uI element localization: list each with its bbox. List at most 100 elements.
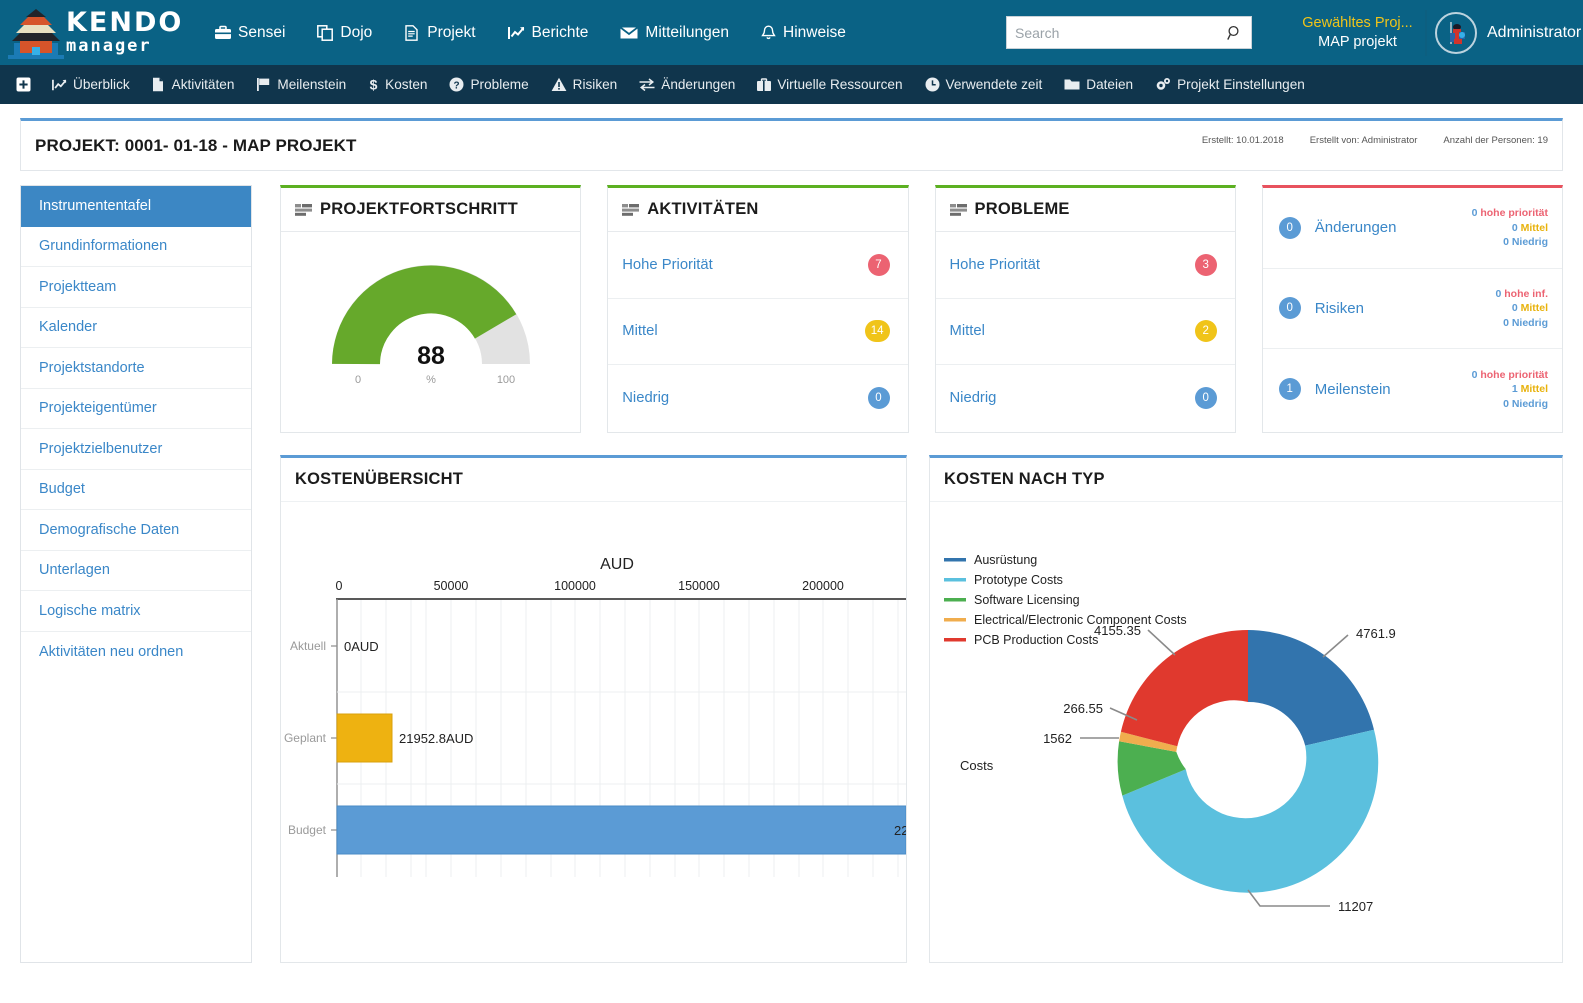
issues-row-high[interactable]: Hohe Priorität 3 — [935, 232, 1235, 299]
sidebar-item-projektteam[interactable]: Projektteam — [21, 267, 251, 308]
sidebar-item-label: Projektzielbenutzer — [39, 440, 163, 457]
subnav-item-dateien[interactable]: Dateien — [1053, 73, 1144, 96]
legend-swatch-1 — [944, 577, 966, 581]
issues-row-medium[interactable]: Mittel 2 — [935, 299, 1235, 365]
briefcase-icon — [215, 25, 231, 39]
nav-item-sensei[interactable]: Sensei — [199, 18, 301, 48]
issues-card: PROBLEME Hohe Priorität 3 Mittel 2 Niedr… — [934, 185, 1236, 433]
sidebar-item-projektstandorte[interactable]: Projektstandorte — [21, 348, 251, 389]
samurai-avatar-icon — [1442, 19, 1470, 47]
subnav-label: Dateien — [1086, 77, 1134, 92]
subnav-label: Überblick — [73, 77, 130, 92]
sidebar-item-label: Budget — [39, 481, 85, 498]
sidebar-item-unterlagen[interactable]: Unterlagen — [21, 551, 251, 591]
sidebar-item-grundinformationen[interactable]: Grundinformationen — [21, 227, 251, 267]
project-sub-navigation: Überblick Aktivitäten Meilenstein $ Kost… — [0, 65, 1583, 104]
question-circle-icon: ? — [449, 77, 464, 92]
selected-project-value: MAP projekt — [1318, 34, 1397, 50]
status-badge: 3 — [1194, 253, 1217, 276]
issues-row-low[interactable]: Niedrig 0 — [936, 365, 1235, 432]
selected-project[interactable]: Gewähltes Proj... MAP projekt — [1280, 14, 1435, 52]
sidebar-item-projektzielbenutzer[interactable]: Projektzielbenutzer — [21, 429, 251, 470]
summary-row-stats: 0 hohe priorität 1 Mittel 0 Niedrig — [1472, 368, 1548, 412]
subnav-item-uberblick[interactable]: Überblick — [41, 73, 141, 96]
search-box[interactable] — [1006, 16, 1252, 49]
legend-label-4: PCB Production Costs — [974, 633, 1098, 647]
sidebar-item-budget[interactable]: Budget — [21, 470, 251, 510]
subnav-item-anderungen[interactable]: Änderungen — [628, 73, 746, 96]
summary-row-label: Risiken — [1314, 299, 1364, 317]
nav-item-dojo[interactable]: Dojo — [301, 18, 388, 48]
sidebar-item-aktivitaeten-neu-ordnen[interactable]: Aktivitäten neu ordnen — [21, 632, 251, 673]
subnav-item-virtuelle-ressourcen[interactable]: Virtuelle Ressourcen — [746, 73, 913, 96]
sidebar-item-kalender[interactable]: Kalender — [21, 308, 251, 348]
subnav-item-risiken[interactable]: Risiken — [540, 73, 629, 96]
charts-row: KOSTENÜBERSICHT AUD 0 50000 100000 15000… — [280, 454, 1563, 963]
card-title: PROBLEME — [974, 200, 1070, 218]
legend-swatch-4 — [944, 637, 966, 641]
status-badge: 7 — [867, 253, 890, 276]
ytick-aktuell: Aktuell — [290, 639, 326, 653]
sidebar-item-instrumententafel[interactable]: Instrumententafel — [21, 186, 251, 227]
leader-line-ausruestung — [1322, 633, 1349, 658]
nav-item-hinweise[interactable]: Hinweise — [745, 18, 862, 48]
row-label: Hohe Priorität — [949, 256, 1040, 273]
subnav-item-aktivitaten[interactable]: Aktivitäten — [141, 73, 246, 96]
gauge-value: 88 — [417, 342, 445, 370]
leader-line-pcb — [1147, 628, 1176, 656]
count-badge: 0 — [1278, 297, 1301, 320]
list-icon — [295, 203, 312, 217]
legend-swatch-3 — [944, 617, 966, 621]
subnav-item-probleme[interactable]: ? Probleme — [438, 73, 539, 96]
sidebar-item-projekteigentuemer[interactable]: Projekteigentümer — [21, 389, 251, 429]
sidebar-item-label: Unterlagen — [39, 562, 110, 579]
activities-row-high[interactable]: Hohe Priorität 7 — [608, 232, 908, 299]
app-logo[interactable]: KENDO manager — [0, 7, 181, 59]
nav-item-projekt[interactable]: Projekt — [388, 18, 491, 48]
dashboard-grid: Instrumententafel Grundinformationen Pro… — [20, 185, 1563, 963]
add-button[interactable] — [10, 73, 41, 96]
card-header: KOSTENÜBERSICHT — [281, 458, 906, 502]
activities-row-low[interactable]: Niedrig 0 — [608, 365, 907, 432]
cost-overview-bar-chart: AUD 0 50000 100000 150000 200000 Aktuell… — [284, 556, 908, 877]
count-badge: 0 — [1278, 216, 1301, 239]
bell-icon — [761, 24, 776, 39]
summary-row-meilenstein[interactable]: 1 Meilenstein 0 hohe priorität 1 Mittel … — [1263, 349, 1562, 430]
sidebar-item-label: Demografische Daten — [39, 521, 180, 538]
nav-label: Berichte — [531, 23, 589, 41]
nav-item-berichte[interactable]: Berichte — [492, 18, 605, 48]
subnav-label: Aktivitäten — [171, 77, 235, 92]
sidebar-item-label: Kalender — [39, 319, 98, 336]
sidebar-item-label: Projektteam — [39, 278, 117, 295]
summary-row-anderungen[interactable]: 0 Änderungen 0 hohe priorität 0 Mittel 0… — [1262, 188, 1562, 269]
subnav-item-verwendete-zeit[interactable]: Verwendete zeit — [914, 73, 1054, 96]
chart-line-icon — [507, 26, 524, 39]
subnav-item-meilenstein[interactable]: Meilenstein — [245, 73, 357, 96]
list-icon — [622, 203, 640, 217]
briefcase-icon — [757, 77, 772, 91]
ytick-geplant: Geplant — [284, 731, 327, 745]
user-menu[interactable]: Administrator — [1425, 10, 1581, 56]
sidebar-item-demografische-daten[interactable]: Demografische Daten — [21, 510, 251, 551]
subnav-label: Änderungen — [661, 77, 736, 92]
summary-row-stats: 0 hohe priorität 0 Mittel 0 Niedrig — [1472, 206, 1548, 250]
search-button[interactable] — [1219, 25, 1251, 41]
gauge-min-label: 0 — [355, 374, 361, 386]
stat-mid: 0 Mittel — [1511, 302, 1548, 314]
meta-created-by: Erstellt von: Administrator — [1309, 135, 1418, 146]
subnav-item-kosten[interactable]: $ Kosten — [357, 73, 438, 96]
nav-label: Hinweise — [783, 23, 846, 41]
activities-row-medium[interactable]: Mittel 14 — [608, 299, 908, 365]
logo-wordmark: KENDO manager — [66, 9, 183, 56]
search-input[interactable] — [1007, 17, 1219, 48]
avatar[interactable] — [1435, 12, 1477, 54]
subnav-item-projekt-einstellungen[interactable]: Projekt Einstellungen — [1144, 73, 1316, 96]
card-title: KOSTEN NACH TYP — [944, 469, 1105, 488]
summary-row-risiken[interactable]: 0 Risiken 0 hohe inf. 0 Mittel 0 Niedrig — [1262, 269, 1562, 349]
subnav-label: Virtuelle Ressourcen — [777, 77, 903, 92]
sidebar-item-label: Instrumententafel — [39, 198, 152, 215]
list-icon — [949, 203, 967, 217]
sidebar-item-label: Projektstandorte — [39, 359, 145, 376]
sidebar-item-logische-matrix[interactable]: Logische matrix — [21, 591, 251, 632]
nav-item-mitteilungen[interactable]: Mitteilungen — [604, 18, 745, 48]
